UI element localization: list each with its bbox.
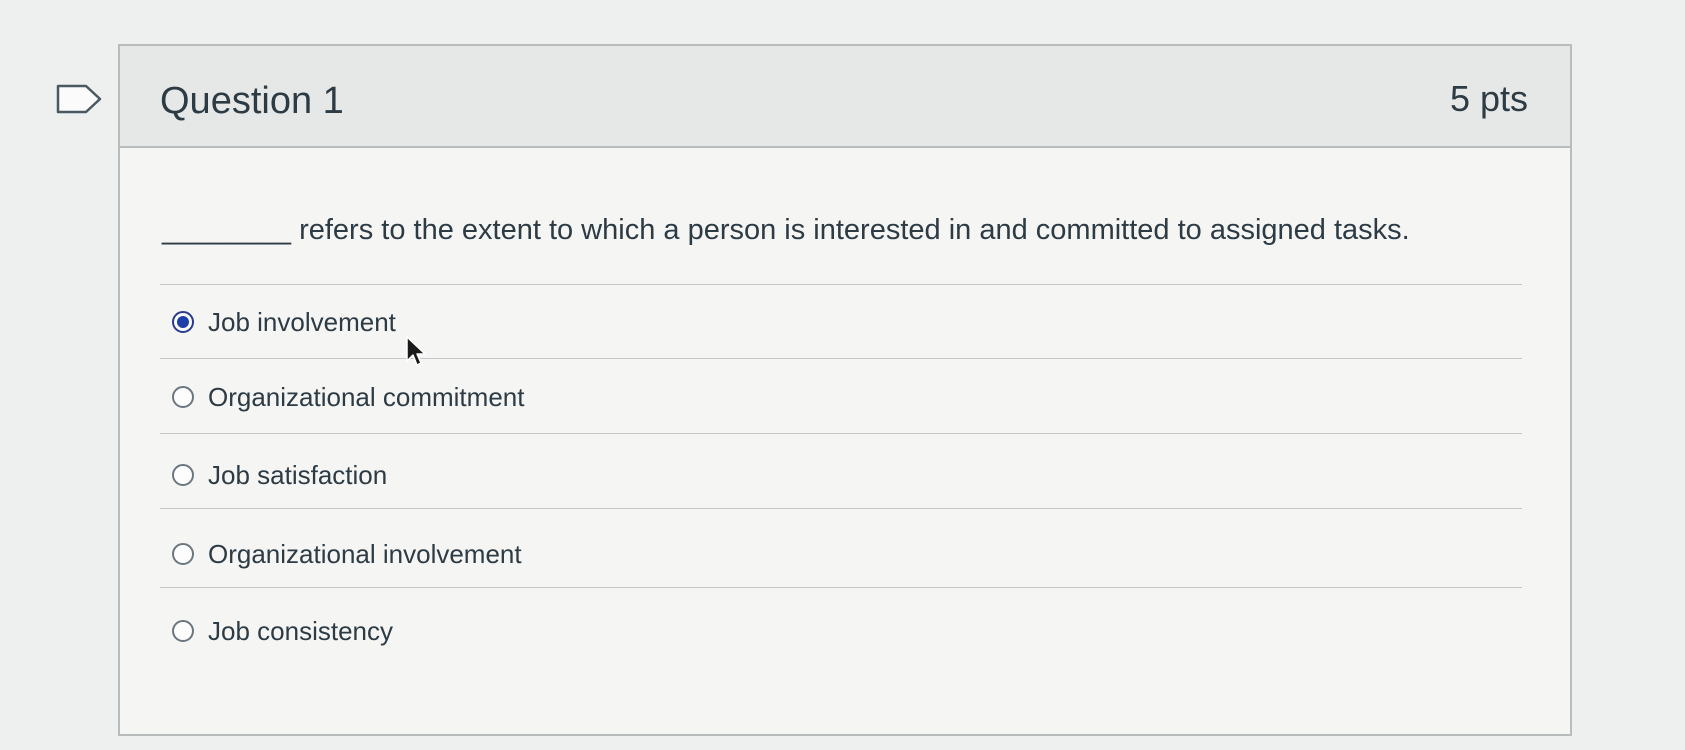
question-prompt: ________ refers to the extent to which a… (162, 214, 1410, 246)
radio-unselected-icon[interactable] (172, 543, 194, 565)
flag-question-icon[interactable] (56, 84, 102, 114)
answer-label: Job satisfaction (208, 459, 388, 490)
divider (160, 587, 1522, 588)
answer-option[interactable]: Job consistency (172, 611, 393, 651)
answer-label: Job consistency (208, 615, 393, 646)
question-card: Question 1 5 pts ________ refers to the … (118, 44, 1572, 736)
divider (160, 358, 1522, 359)
answer-label: Organizational involvement (208, 538, 522, 569)
divider (160, 508, 1522, 509)
question-title: Question 1 (160, 80, 344, 122)
radio-unselected-icon[interactable] (172, 386, 194, 408)
radio-unselected-icon[interactable] (172, 620, 194, 642)
answer-option[interactable]: Job satisfaction (172, 455, 387, 495)
answer-label: Organizational commitment (208, 381, 525, 412)
answer-option[interactable]: Job involvement (172, 302, 396, 342)
answer-option[interactable]: Organizational commitment (172, 377, 524, 417)
question-points: 5 pts (1449, 78, 1528, 119)
answer-option[interactable]: Organizational involvement (172, 534, 522, 574)
radio-selected-icon[interactable] (172, 311, 194, 333)
radio-unselected-icon[interactable] (172, 464, 194, 486)
mouse-pointer-icon (406, 336, 426, 366)
question-header: Question 1 5 pts (120, 46, 1570, 148)
answer-label: Job involvement (208, 306, 396, 337)
divider (160, 284, 1522, 285)
divider (160, 433, 1522, 434)
